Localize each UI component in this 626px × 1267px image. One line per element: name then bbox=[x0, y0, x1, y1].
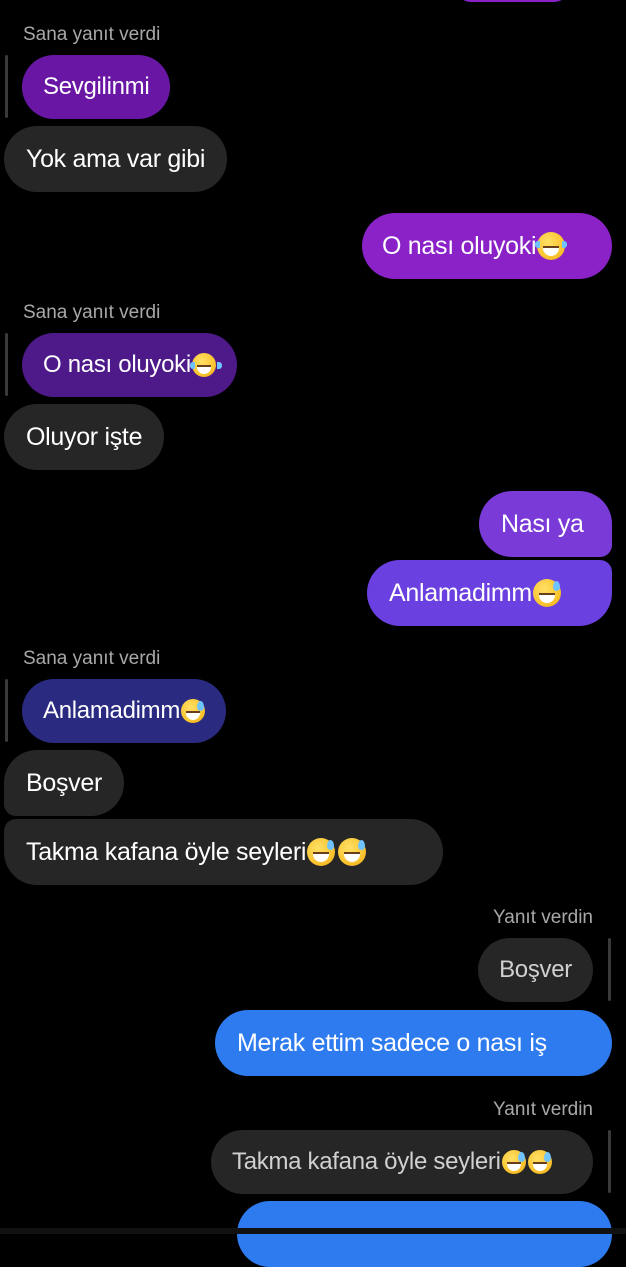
message-bubble-outgoing-partial[interactable] bbox=[455, 0, 570, 2]
message-bubble-incoming[interactable]: Oluyor işte bbox=[4, 404, 165, 470]
message-bubble-outgoing[interactable]: Anlamadimm bbox=[367, 560, 612, 626]
quoted-message-text: Takma kafana öyle seyleri bbox=[232, 1148, 501, 1175]
quoted-message-bubble[interactable]: Anlamadimm bbox=[22, 679, 227, 743]
message-bubble-outgoing[interactable]: Merak ettim sadece o nası iş bbox=[215, 1010, 612, 1076]
face-with-tears-of-joy-icon bbox=[189, 353, 222, 377]
quoted-message-bubble[interactable]: Sevgilinmi bbox=[22, 55, 171, 119]
reply-bar bbox=[5, 333, 8, 396]
message-bubble-incoming[interactable]: Yok ama var gibi bbox=[4, 126, 228, 192]
reply-caption: Yanıt verdin bbox=[493, 907, 593, 928]
message-bubble-incoming[interactable]: Takma kafana öyle seyleri bbox=[4, 819, 443, 885]
grinning-face-with-sweat-icon bbox=[338, 838, 367, 866]
quoted-message-bubble[interactable]: Takma kafana öyle seyleri bbox=[211, 1130, 593, 1194]
quoted-message-text: Anlamadimm bbox=[43, 697, 181, 724]
message-text: Anlamadimm bbox=[389, 578, 532, 607]
face-with-tears-of-joy-icon bbox=[535, 232, 568, 260]
reply-caption: Yanıt verdin bbox=[493, 1099, 593, 1120]
quoted-message-text: Sevgilinmi bbox=[43, 73, 150, 100]
message-text: Boşver bbox=[26, 768, 103, 797]
bottom-edge bbox=[0, 1228, 626, 1234]
quoted-message-text: Boşver bbox=[499, 956, 572, 983]
reply-caption: Sana yanıt verdi bbox=[23, 302, 161, 323]
grinning-face-with-sweat-icon bbox=[307, 838, 336, 866]
chat-thread[interactable]: Sana yanıt verdi Sevgilinmi Yok ama var … bbox=[0, 0, 626, 1267]
reply-bar bbox=[5, 55, 8, 118]
reply-bar bbox=[608, 938, 611, 1001]
quoted-message-bubble[interactable]: Boşver bbox=[478, 938, 593, 1002]
message-bubble-incoming[interactable]: Boşver bbox=[4, 750, 125, 816]
reply-bar bbox=[608, 1130, 611, 1193]
message-text: Oluyor işte bbox=[26, 422, 143, 451]
grinning-face-with-sweat-icon bbox=[532, 579, 561, 607]
message-text: Yok ama var gibi bbox=[26, 144, 206, 173]
message-text: Nası ya bbox=[501, 509, 584, 538]
message-text: Merak ettim sadece o nası iş bbox=[237, 1028, 547, 1057]
quoted-message-text: O nası oluyoki bbox=[43, 351, 191, 378]
reply-bar bbox=[5, 679, 8, 742]
message-text: O nası oluyoki bbox=[382, 231, 537, 260]
grinning-face-with-sweat-icon bbox=[527, 1150, 552, 1174]
quoted-message-bubble[interactable]: O nası oluyoki bbox=[22, 333, 237, 397]
message-bubble-outgoing-partial[interactable] bbox=[237, 1201, 612, 1267]
grinning-face-with-sweat-icon bbox=[181, 699, 206, 723]
message-bubble-outgoing[interactable]: Nası ya bbox=[479, 491, 612, 557]
message-bubble-outgoing[interactable]: O nası oluyoki bbox=[362, 213, 612, 279]
message-text: Takma kafana öyle seyleri bbox=[26, 837, 307, 866]
reply-caption: Sana yanıt verdi bbox=[23, 648, 161, 669]
grinning-face-with-sweat-icon bbox=[501, 1150, 526, 1174]
reply-caption: Sana yanıt verdi bbox=[23, 24, 161, 45]
